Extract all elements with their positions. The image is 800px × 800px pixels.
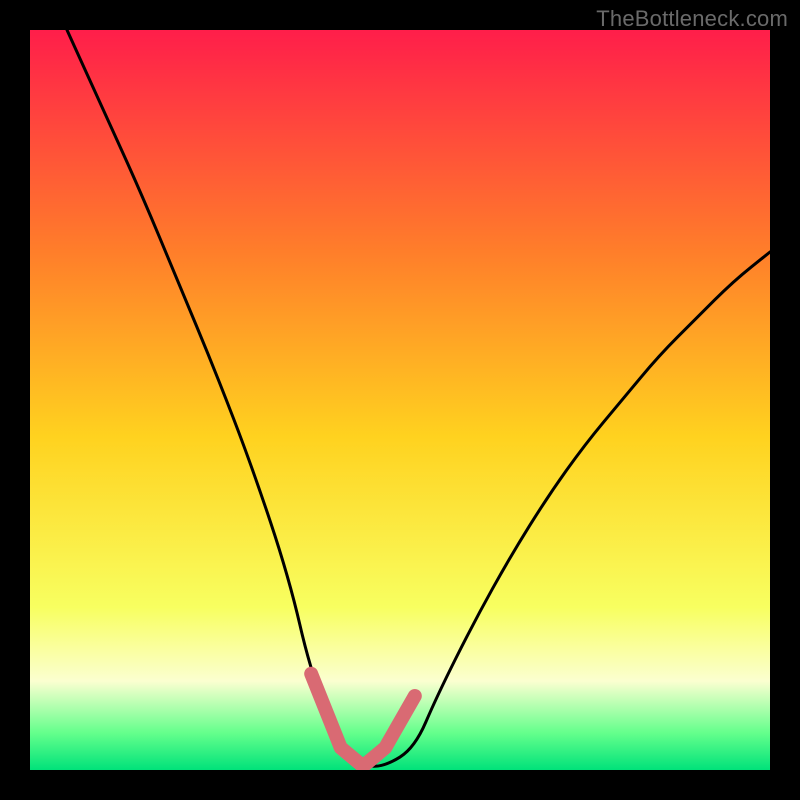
watermark-text: TheBottleneck.com — [596, 6, 788, 32]
chart-frame: TheBottleneck.com — [0, 0, 800, 800]
bottleneck-chart — [30, 30, 770, 770]
plot-background — [30, 30, 770, 770]
